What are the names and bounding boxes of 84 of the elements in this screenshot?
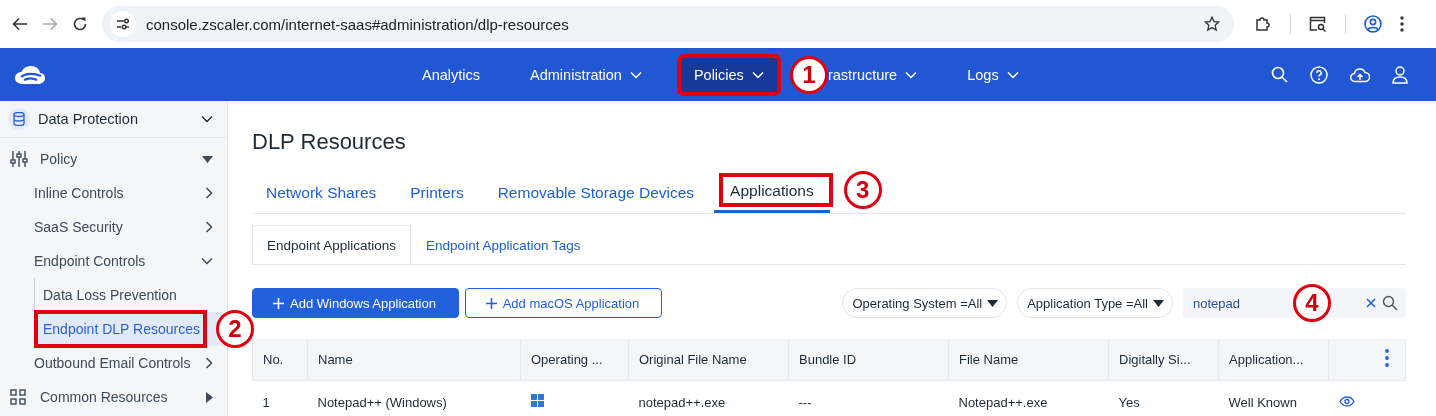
caret-down-icon — [1153, 299, 1164, 307]
sidebar-section[interactable]: Data Protection — [0, 101, 227, 138]
add-button[interactable]: Add macOS Application — [465, 288, 662, 318]
sidebar-item[interactable]: SaaS Security — [0, 210, 227, 244]
sidebar-section[interactable]: Policy — [0, 142, 227, 176]
nav-menu-item[interactable]: Logs — [955, 58, 1031, 91]
windows-logo-icon — [530, 394, 544, 407]
column-header[interactable]: No. — [263, 352, 284, 367]
step-number: 2 — [216, 310, 254, 348]
chevron-down-icon — [751, 70, 764, 79]
filter-dropdown[interactable]: Application Type =All — [1017, 288, 1173, 318]
search-icon[interactable] — [1382, 295, 1398, 311]
url-text: console.zscaler.com/internet-saas#administration/dlp-resources — [146, 15, 570, 33]
tab[interactable]: Removable Storage Devices — [483, 184, 709, 204]
more-icon[interactable] — [1400, 16, 1404, 32]
step-number: 4 — [1293, 284, 1331, 322]
item-label: Endpoint Controls — [34, 253, 147, 269]
chevron-down-icon — [201, 115, 213, 123]
chevron-right-icon — [205, 221, 213, 233]
column-header[interactable]: Bundle ID — [799, 352, 857, 367]
column-header[interactable]: File Name — [959, 352, 1019, 367]
page-title: DLP Resources — [252, 129, 407, 155]
step-number: 1 — [789, 55, 828, 94]
help-icon[interactable] — [1310, 65, 1328, 84]
chevron-right-icon — [205, 187, 213, 199]
sidebar-section[interactable]: Common Resources — [0, 380, 227, 414]
user-icon[interactable] — [1392, 65, 1408, 84]
item-label: Inline Controls — [34, 185, 125, 201]
profile-icon[interactable] — [1364, 15, 1382, 33]
add-button[interactable]: Add Windows Application — [252, 288, 459, 318]
grid-icon — [10, 389, 26, 405]
tab[interactable]: Network Shares — [252, 184, 391, 204]
search-icon[interactable] — [1271, 66, 1288, 83]
caret-down-icon — [202, 155, 213, 163]
chevron-right-icon — [205, 357, 213, 369]
table-cell: --- — [798, 394, 812, 410]
cloud-logo-icon[interactable] — [14, 64, 46, 85]
reload-icon[interactable] — [72, 16, 88, 32]
tab[interactable]: Applications — [722, 176, 830, 204]
item-label: Outbound Email Controls — [34, 355, 192, 371]
filter-dropdown[interactable]: Operating System =All — [842, 288, 1008, 318]
chevron-down-icon — [201, 257, 213, 265]
search-input[interactable]: notepad — [1187, 290, 1283, 316]
close-icon[interactable] — [1366, 298, 1376, 308]
plus-icon — [485, 297, 497, 309]
nav-menu-item[interactable]: Administration — [518, 58, 654, 91]
puzzle-icon[interactable] — [1254, 15, 1272, 33]
tab-search-icon[interactable] — [1309, 16, 1327, 32]
table-cell: Well Known — [1228, 394, 1297, 410]
plus-icon — [273, 297, 284, 309]
eye-icon[interactable] — [1338, 395, 1355, 407]
sidebar-item[interactable]: Inline Controls — [0, 176, 227, 210]
caret-down-icon — [987, 299, 999, 307]
step-number: 3 — [843, 171, 882, 209]
section-label: Common Resources — [40, 389, 169, 405]
sub-tab[interactable]: Endpoint Application Tags — [411, 225, 596, 264]
sub-tab[interactable]: Endpoint Applications — [252, 225, 412, 264]
sidebar-item[interactable]: Endpoint Controls — [0, 244, 227, 278]
chevron-down-icon — [629, 70, 642, 79]
chevron-down-icon — [905, 70, 918, 79]
nav-menu-item[interactable]: rastructure — [827, 58, 930, 91]
table-cell: 1 — [262, 394, 270, 410]
section-label: Data Protection — [38, 111, 139, 127]
table-cell: Notepad++ (Windows) — [317, 394, 447, 410]
nav-menu-item[interactable]: Analytics — [410, 58, 493, 91]
address-bar[interactable]: console.zscaler.com/internet-saas#administration/dlp-resources — [102, 6, 1234, 42]
tab[interactable]: Printers — [396, 184, 478, 204]
database-icon — [8, 108, 30, 130]
chevron-down-icon — [1006, 70, 1019, 79]
star-icon[interactable] — [1204, 16, 1220, 32]
caret-right-icon — [206, 391, 213, 403]
nav-menu-item[interactable]: Policies — [679, 56, 778, 93]
column-header[interactable]: Name — [318, 352, 353, 367]
cloud-upload-icon[interactable] — [1350, 66, 1370, 83]
back-icon[interactable] — [12, 16, 28, 32]
table-cell: Notepad++.exe — [958, 394, 1048, 410]
table-cell: Yes — [1118, 394, 1140, 410]
table-cell: notepad++.exe — [638, 394, 726, 410]
sidebar-item[interactable]: Outbound Email Controls — [0, 346, 227, 380]
sidebar-item[interactable]: Data Loss Prevention — [43, 280, 183, 310]
section-label: Policy — [40, 151, 79, 167]
item-label: SaaS Security — [34, 219, 124, 235]
site-settings-icon[interactable] — [110, 11, 136, 37]
sliders-icon — [10, 150, 28, 168]
